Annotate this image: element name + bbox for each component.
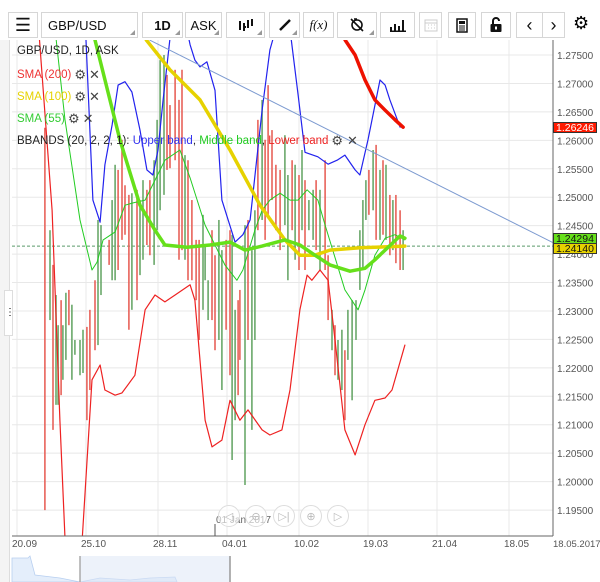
y-tick-label: 1.20000 (557, 478, 594, 489)
triangle-right-icon: ▷ (333, 510, 343, 523)
chart-app: ☰ GBP/USD 1D ASK f(x) ‹ › ⚙ ⋮ 1.27500 1.2… (0, 0, 600, 582)
navigator-selection[interactable] (80, 556, 230, 582)
x-tick-label: 10.02 (294, 539, 319, 550)
price-chart[interactable]: 1.27500 1.27000 1.26500 1.26000 1.25500 1.250… (0, 0, 600, 582)
legend-sma100: SMA (100) ⚙ ✕ (17, 89, 100, 105)
x-tick-label: 04.01 (222, 539, 247, 550)
y-tick-label: 1.25500 (557, 165, 594, 176)
separator: , (192, 135, 197, 147)
middle-band-label: Middle band (199, 135, 262, 147)
y-tick-label: 1.19500 (557, 506, 594, 517)
x-tick-label: 20.09 (12, 539, 37, 550)
separator: , (261, 135, 266, 147)
y-tick-label: 1.25000 (557, 193, 594, 204)
sma55-label: SMA (55) (17, 113, 65, 125)
triangle-left-icon: ◁ (224, 510, 234, 523)
zoom-in-icon: ⊕ (306, 510, 316, 523)
sma55-line (93, 40, 407, 273)
x-axis-ticks: 20.09 25.10 28.11 04.01 10.02 19.03 21.04 18.05 (12, 539, 529, 550)
zoom-out-icon: ⊖ (251, 510, 261, 523)
lower-band-label: Lower band (268, 135, 329, 147)
y-tick-label: 1.22000 (557, 364, 594, 375)
close-icon[interactable]: ✕ (89, 67, 100, 83)
legend-title: GBP/USD, 1D, ASK (17, 45, 119, 57)
y-tick-label: 1.27500 (557, 51, 594, 62)
y-tick-label: 1.21000 (557, 421, 594, 432)
go-to-end-button[interactable]: ▷| (273, 505, 295, 527)
gear-icon[interactable]: ⚙ (74, 67, 86, 83)
y-tick-label: 1.27000 (557, 79, 594, 90)
skip-end-icon: ▷| (278, 510, 290, 523)
gear-icon[interactable]: ⚙ (74, 89, 86, 105)
zoom-out-button[interactable]: ⊖ (245, 505, 267, 527)
legend-sma200: SMA (200) ⚙ ✕ (17, 67, 100, 83)
sma100-price-label: 1.24140 (553, 243, 597, 255)
y-tick-label: 1.20500 (557, 449, 594, 460)
y-tick-label: 1.23000 (557, 307, 594, 318)
x-tick-label: 19.03 (363, 539, 388, 550)
x-tick-label: 18.05 (504, 539, 529, 550)
indicator-lines (38, 40, 553, 536)
gear-icon[interactable]: ⚙ (331, 133, 343, 149)
close-icon[interactable]: ✕ (83, 111, 94, 127)
end-date-label: 18.05.2017 (553, 539, 600, 550)
x-tick-label: 21.04 (432, 539, 457, 550)
pan-left-button[interactable]: ◁ (218, 505, 240, 527)
legend-bbands: BBANDS (20, 2, 2, 1): Upper band, Middle… (17, 133, 358, 149)
upper-band-label: Upper band (132, 135, 193, 147)
zoom-in-button[interactable]: ⊕ (300, 505, 322, 527)
navigator[interactable] (11, 555, 600, 582)
x-tick-label: 25.10 (81, 539, 106, 550)
y-tick-label: 1.24500 (557, 222, 594, 233)
sma100-label: SMA (100) (17, 91, 72, 103)
close-icon[interactable]: ✕ (347, 133, 358, 149)
pan-right-button[interactable]: ▷ (327, 505, 349, 527)
y-axis-ticks: 1.27500 1.27000 1.26500 1.26000 1.25500 1.250… (557, 51, 594, 517)
gear-icon[interactable]: ⚙ (68, 111, 80, 127)
y-tick-label: 1.26500 (557, 108, 594, 119)
legend-sma55: SMA (55) ⚙ ✕ (17, 111, 94, 127)
y-tick-label: 1.22500 (557, 335, 594, 346)
y-tick-label: 1.23500 (557, 279, 594, 290)
sma200-label: SMA (200) (17, 69, 72, 81)
y-tick-label: 1.21500 (557, 392, 594, 403)
legend-title-text: GBP/USD, 1D, ASK (17, 45, 119, 57)
close-icon[interactable]: ✕ (89, 89, 100, 105)
y-tick-label: 1.26000 (557, 136, 594, 147)
bbands-label: BBANDS (20, 2, 2, 1): (17, 135, 130, 147)
x-tick-label: 28.11 (153, 539, 178, 550)
sma200-price-label: 1.26246 (553, 122, 597, 134)
